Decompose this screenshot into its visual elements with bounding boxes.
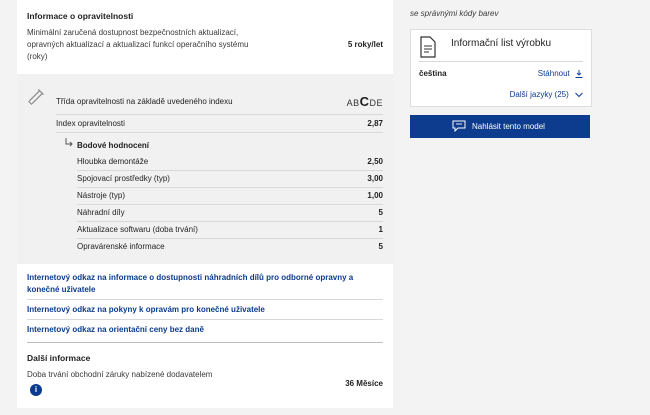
more-info-title: Další informace — [27, 353, 91, 363]
report-model-label: Nahlásit tento model — [472, 122, 545, 131]
criterion-value: 5 — [378, 208, 383, 217]
criterion-label: Spojovací prostředky (typ) — [77, 174, 170, 183]
download-link[interactable]: Stáhnout — [538, 69, 583, 78]
divider — [27, 342, 383, 343]
divider — [56, 114, 383, 115]
criterion-row: Hloubka demontáže 2,50 — [77, 153, 383, 170]
class-e: E — [376, 98, 383, 108]
spare-parts-link[interactable]: Internetový odkaz na informace o dostupn… — [27, 272, 377, 296]
criterion-value: 2,50 — [367, 157, 383, 166]
more-languages-dropdown[interactable]: Další jazyky (25) — [510, 90, 583, 99]
comment-icon — [452, 120, 466, 132]
document-icon — [420, 36, 436, 58]
download-label: Stáhnout — [537, 69, 570, 78]
repair-index-label: Index opravitelnosti — [56, 119, 125, 128]
criterion-row: Nástroje (typ) 1,00 — [77, 187, 383, 204]
repairability-section: Třída opravitelnosti na základě uvedenéh… — [17, 74, 393, 264]
info-icon[interactable]: i — [30, 384, 42, 396]
availability-description: Minimální zaručená dostupnost bezpečnost… — [27, 28, 249, 61]
criterion-value: 5 — [378, 242, 383, 251]
repair-class-label: Třída opravitelnosti na základě uvedenéh… — [56, 97, 233, 106]
language-label: čeština — [419, 69, 447, 78]
class-c-selected: C — [359, 94, 370, 109]
criterion-row: Náhradní díly 5 — [77, 204, 383, 221]
chevron-down-icon — [575, 92, 583, 98]
divider — [56, 132, 383, 133]
product-sheet-title: Informační list výrobku — [451, 38, 552, 49]
more-languages-label: Další jazyky (25) — [509, 90, 569, 99]
criterion-label: Náhradní díly — [77, 208, 125, 217]
criterion-row: Spojovací prostředky (typ) 3,00 — [77, 170, 383, 187]
subitem-arrow-icon — [65, 138, 73, 147]
points-title: Bodové hodnocení — [77, 141, 149, 150]
product-info-panel: Informace o opravitelnosti Minimální zar… — [17, 0, 393, 408]
divider — [27, 319, 383, 320]
warranty-value: 36 Měsíce — [345, 379, 383, 388]
download-icon — [575, 69, 583, 78]
criterion-label: Hloubka demontáže — [77, 157, 149, 166]
criterion-label: Aktualizace softwaru (doba trvání) — [77, 225, 198, 234]
color-codes-note: se správnými kódy barev — [410, 9, 499, 18]
availability-title: Informace o opravitelnosti — [27, 11, 134, 21]
divider — [27, 299, 383, 300]
criterion-label: Nástroje (typ) — [77, 191, 126, 200]
indicative-prices-link[interactable]: Internetový odkaz na orientační ceny bez… — [27, 324, 377, 336]
wrench-icon — [28, 89, 44, 105]
repair-class-scale: ABCDE — [347, 94, 383, 109]
criterion-row: Aktualizace softwaru (doba trvání) 1 — [77, 221, 383, 238]
criterion-row: Opravárenské informace 5 — [77, 238, 383, 255]
product-sheet-card: Informační list výrobku čeština Stáhnout… — [410, 29, 592, 107]
repair-index-value: 2,87 — [367, 119, 383, 128]
criterion-label: Opravárenské informace — [77, 242, 165, 251]
criterion-value: 3,00 — [367, 174, 383, 183]
divider — [419, 61, 583, 62]
warranty-label: Doba trvání obchodní záruky nabízené dod… — [27, 370, 213, 379]
availability-value: 5 roky/let — [347, 40, 383, 49]
report-model-button[interactable]: Nahlásit tento model — [410, 115, 590, 138]
criterion-value: 1,00 — [367, 191, 383, 200]
criterion-value: 1 — [378, 225, 383, 234]
repair-instructions-link[interactable]: Internetový odkaz na pokyny k opravám pr… — [27, 304, 377, 316]
